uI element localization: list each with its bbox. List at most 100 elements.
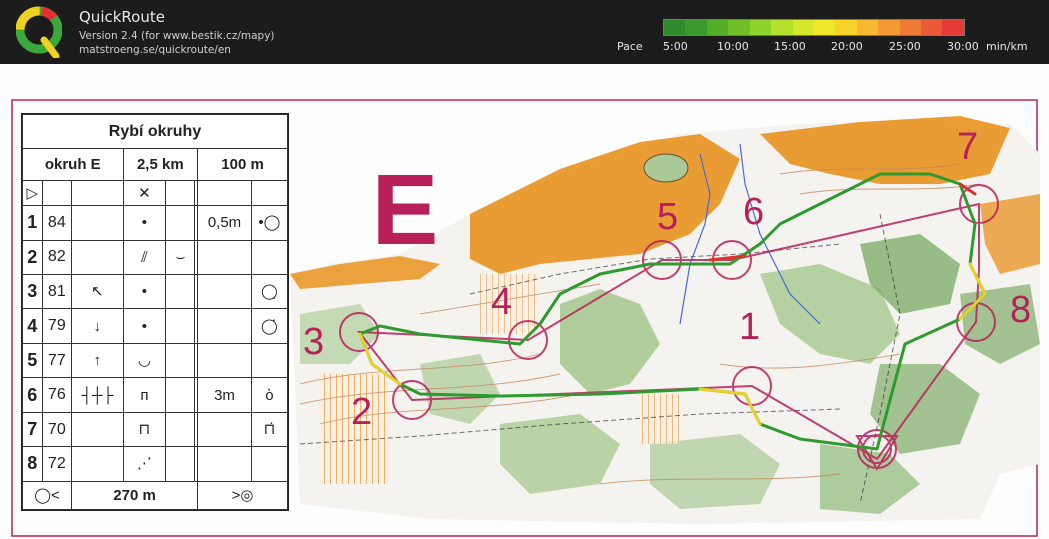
which-feature-icon: ↓: [71, 308, 124, 344]
control-number-2: 2: [351, 391, 372, 433]
description-row: 4 79 ↓ • ◯̇: [22, 308, 289, 344]
location-icon: •◯: [250, 205, 289, 241]
control-number-3: 3: [303, 321, 324, 363]
pace-scale-segment: [685, 20, 707, 35]
pace-color-scale: [663, 19, 965, 36]
row-number: 3: [22, 273, 43, 310]
dimension: [197, 308, 252, 344]
feature-icon: •: [122, 205, 167, 241]
pace-unit: min/km: [986, 40, 1028, 53]
location-icon: [250, 342, 289, 379]
quickroute-logo-icon: [16, 6, 62, 58]
pace-tick-20: 20:00: [831, 40, 863, 53]
feature-icon: ⫽: [122, 239, 167, 275]
dimension: [197, 342, 252, 379]
description-row: 8 72 ⋰: [22, 446, 289, 482]
which-feature-icon: [71, 446, 124, 482]
course-length: 2,5 km: [122, 148, 199, 181]
pace-scale-segment: [899, 20, 922, 35]
control-number-6: 6: [743, 191, 764, 233]
control-number-4: 4: [491, 281, 512, 323]
control-code: 84: [41, 205, 73, 241]
pace-scale-segment: [878, 20, 900, 35]
dimension: [197, 273, 252, 310]
row-number: 1: [22, 205, 43, 241]
appearance-icon: [165, 342, 196, 379]
description-row: 3 81 ↖ • ◯̣: [22, 273, 289, 310]
appearance-icon: [165, 411, 196, 448]
dimension: 0,5m: [197, 205, 252, 241]
control-code: 81: [41, 273, 73, 310]
pace-tick-30: 30:00: [947, 40, 979, 53]
dimension: 3m: [197, 377, 252, 413]
location-icon: ◯̇: [250, 308, 289, 344]
pace-scale-segment: [856, 20, 879, 35]
which-feature-icon: ↑: [71, 342, 124, 379]
row-number: 8: [22, 446, 43, 482]
pace-scale-segment: [942, 20, 964, 35]
pace-tick-15: 15:00: [774, 40, 806, 53]
pace-tick-5: 5:00: [663, 40, 688, 53]
feature-icon: ⋰: [122, 446, 167, 482]
course-name: okruh E: [22, 148, 124, 181]
description-row: 5 77 ↑ ◡: [22, 342, 289, 379]
row-number: 4: [22, 308, 43, 344]
description-row: 7 70 ⊓ ⊓̇: [22, 411, 289, 448]
control-description-sheet: Rybí okruhy okruh E 2,5 km 100 m ▷ ✕ 1 8…: [21, 113, 289, 511]
control-code: 79: [41, 308, 73, 344]
pace-scale-segment: [835, 20, 857, 35]
control-code: 72: [41, 446, 73, 482]
description-row: 2 82 ⫽ ⌣: [22, 239, 289, 275]
control-number-5: 5: [657, 196, 678, 238]
feature-icon: •: [122, 273, 167, 310]
pace-scale-segment: [749, 20, 772, 35]
start-symbol-icon: ▷: [22, 179, 43, 207]
which-feature-icon: [71, 205, 124, 241]
appearance-icon: [165, 205, 196, 241]
feature-icon: ⊓: [122, 411, 167, 448]
pace-scale-segment: [728, 20, 750, 35]
which-feature-icon: [71, 411, 124, 448]
pace-scale-segment: [664, 20, 686, 35]
row-number: 5: [22, 342, 43, 379]
orienteering-map[interactable]: E 1 2 3 4 5 6 7 8 Rybí okruhy okruh E 2,…: [0, 64, 1049, 539]
which-feature-icon: [71, 239, 124, 275]
control-number-1: 1: [739, 306, 760, 348]
feature-icon: ◡: [122, 342, 167, 379]
description-row: 1 84 • 0,5m •◯: [22, 205, 289, 241]
location-icon: ⊓̇: [250, 411, 289, 448]
pace-tick-25: 25:00: [889, 40, 921, 53]
control-code: 82: [41, 239, 73, 275]
description-row: 6 76 ┤┼├ ᴨ 3m ὸ: [22, 377, 289, 413]
feature-icon: ᴨ: [122, 377, 167, 413]
finish-right-icon: >◎: [197, 480, 288, 511]
control-number-8: 8: [1010, 289, 1031, 331]
row-number: 6: [22, 377, 43, 413]
location-icon: [250, 446, 289, 482]
description-title: Rybí okruhy: [22, 114, 288, 149]
which-feature-icon: ↖: [71, 273, 124, 310]
course-letter: E: [372, 154, 439, 266]
dimension: [197, 411, 252, 448]
pace-tick-10: 10:00: [717, 40, 749, 53]
pace-scale-segment: [771, 20, 793, 35]
control-code: 77: [41, 342, 73, 379]
course-climb: 100 m: [197, 148, 288, 181]
app-title: QuickRoute: [79, 8, 165, 26]
appearance-icon: ⌣: [165, 239, 196, 275]
pace-scale-segment: [706, 20, 729, 35]
pace-label: Pace: [617, 40, 643, 53]
location-icon: ὸ: [250, 377, 289, 413]
which-feature-icon: ┤┼├: [71, 377, 124, 413]
appearance-icon: [165, 446, 196, 482]
dimension: [197, 239, 252, 275]
url-line: matstroeng.se/quickroute/en: [79, 44, 231, 56]
appearance-icon: [165, 273, 196, 310]
pace-scale-segment: [813, 20, 836, 35]
feature-icon: •: [122, 308, 167, 344]
finish-left-icon: ◯<: [21, 480, 73, 511]
version-line: Version 2.4 (for www.bestik.cz/mapy): [79, 30, 275, 42]
control-code: 70: [41, 411, 73, 448]
pace-scale-segment: [792, 20, 814, 35]
location-icon: [250, 239, 289, 275]
